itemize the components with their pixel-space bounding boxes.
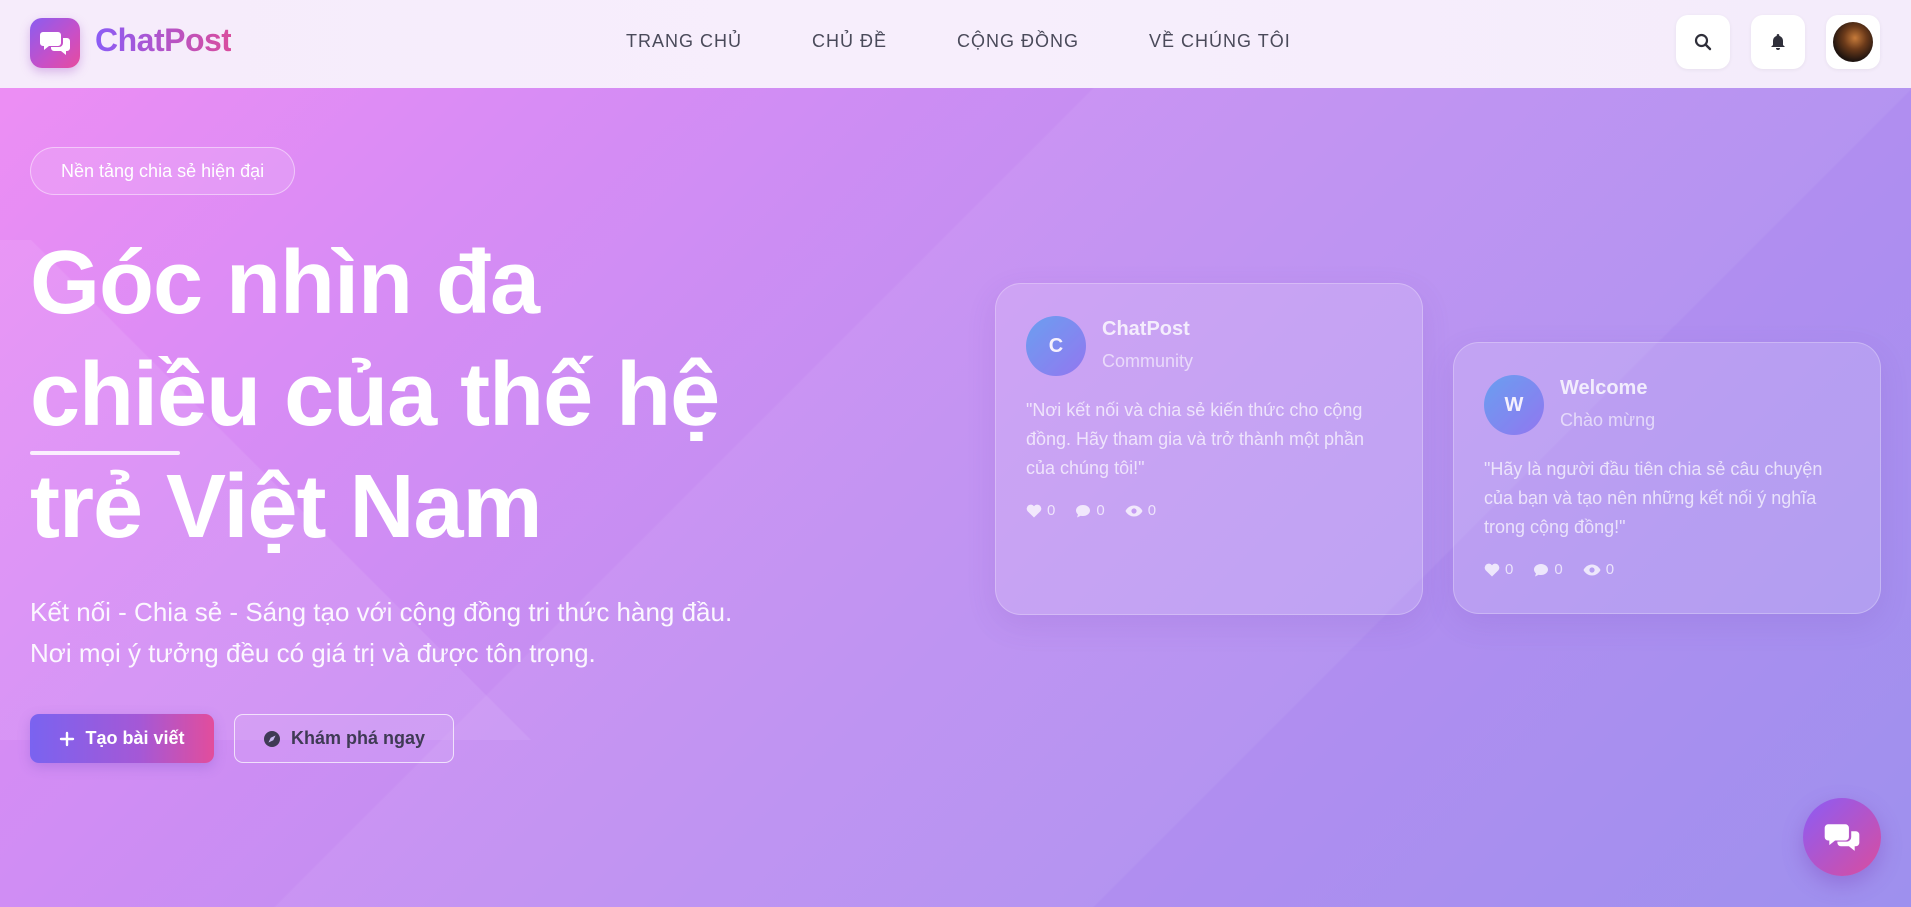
- like-count: 0: [1505, 561, 1514, 578]
- comment-count: 0: [1096, 502, 1105, 519]
- heart-icon: [1484, 563, 1500, 576]
- headline-line: trẻ Việt Nam: [30, 457, 543, 557]
- plus-icon: [60, 731, 75, 746]
- comment-count: 0: [1554, 561, 1563, 578]
- headline-line: chiều của thế hệ: [30, 345, 720, 445]
- user-menu-button[interactable]: [1826, 15, 1880, 69]
- create-post-label: Tạo bài viết: [85, 728, 185, 748]
- explore-label: Khám phá ngay: [290, 728, 426, 748]
- chat-bubbles-icon: [1824, 824, 1860, 851]
- notification-button[interactable]: [1751, 15, 1805, 69]
- headline-line: Góc nhìn đa: [30, 233, 540, 333]
- headline-underline: [30, 451, 180, 455]
- card-avatar: W: [1484, 375, 1544, 435]
- card-author: ChatPost: [1102, 318, 1190, 340]
- top-navbar: ChatPost TRANG CHỦ CHỦ ĐỀ CỘNG ĐỒNG VỀ C…: [0, 0, 1911, 88]
- eye-icon: [1583, 564, 1601, 575]
- view-stat[interactable]: 0: [1125, 502, 1156, 519]
- nav-item-topics[interactable]: CHỦ ĐỀ: [812, 31, 887, 52]
- card-quote: "Nơi kết nối và chia sẻ kiến thức cho cộ…: [1026, 400, 1365, 478]
- like-stat[interactable]: 0: [1484, 561, 1513, 578]
- comment-stat[interactable]: 0: [1533, 561, 1563, 578]
- card-quote: "Hãy là người đầu tiên chia sẻ câu chuyệ…: [1484, 459, 1823, 537]
- comment-icon: [1534, 563, 1549, 576]
- hero-headline: Góc nhìn đa chiều của thế hệ trẻ Việt Na…: [30, 227, 830, 563]
- comment-icon: [1076, 504, 1091, 517]
- subtitle-line: Kết nối - Chia sẻ - Sáng tạo với cộng đồ…: [30, 597, 733, 627]
- hero-subtitle: Kết nối - Chia sẻ - Sáng tạo với cộng đồ…: [30, 592, 810, 674]
- search-icon: [1694, 33, 1712, 51]
- explore-button[interactable]: Khám phá ngay: [234, 714, 454, 763]
- bell-icon: [1771, 34, 1785, 50]
- chat-bubbles-icon: [40, 32, 70, 55]
- view-count: 0: [1147, 502, 1157, 519]
- like-stat[interactable]: 0: [1026, 502, 1055, 519]
- main-nav: TRANG CHỦ CHỦ ĐỀ CỘNG ĐỒNG VỀ CHÚNG TÔI: [626, 31, 1361, 52]
- card-subtitle: Chào mừng: [1560, 410, 1656, 430]
- compass-icon: [263, 730, 280, 747]
- card-avatar: C: [1026, 316, 1086, 376]
- create-post-button[interactable]: Tạo bài viết: [30, 714, 214, 763]
- nav-item-about[interactable]: VỀ CHÚNG TÔI: [1149, 31, 1291, 52]
- avatar: [1833, 22, 1873, 62]
- card-stats: 0 0 0: [1484, 561, 1614, 578]
- logo[interactable]: [30, 18, 80, 68]
- nav-item-community[interactable]: CỘNG ĐỒNG: [957, 31, 1079, 52]
- chat-fab-button[interactable]: [1803, 798, 1881, 876]
- eye-icon: [1125, 505, 1143, 516]
- hero-badge: Nền tảng chia sẻ hiện đại: [30, 147, 296, 195]
- card-subtitle: Community: [1102, 351, 1194, 371]
- view-count: 0: [1605, 561, 1615, 578]
- post-card[interactable]: C ChatPost Community "Nơi kết nối và chi…: [995, 283, 1423, 615]
- search-button[interactable]: [1676, 15, 1730, 69]
- view-stat[interactable]: 0: [1583, 561, 1614, 578]
- card-author: Welcome: [1560, 377, 1648, 399]
- card-stats: 0 0 0: [1026, 502, 1156, 519]
- brand-name[interactable]: ChatPost: [95, 22, 232, 59]
- like-count: 0: [1047, 502, 1056, 519]
- heart-icon: [1026, 504, 1042, 517]
- nav-item-home[interactable]: TRANG CHỦ: [626, 31, 742, 52]
- post-card[interactable]: W Welcome Chào mừng "Hãy là người đầu ti…: [1453, 342, 1881, 614]
- subtitle-line: Nơi mọi ý tưởng đều có giá trị và được t…: [30, 638, 596, 668]
- comment-stat[interactable]: 0: [1075, 502, 1105, 519]
